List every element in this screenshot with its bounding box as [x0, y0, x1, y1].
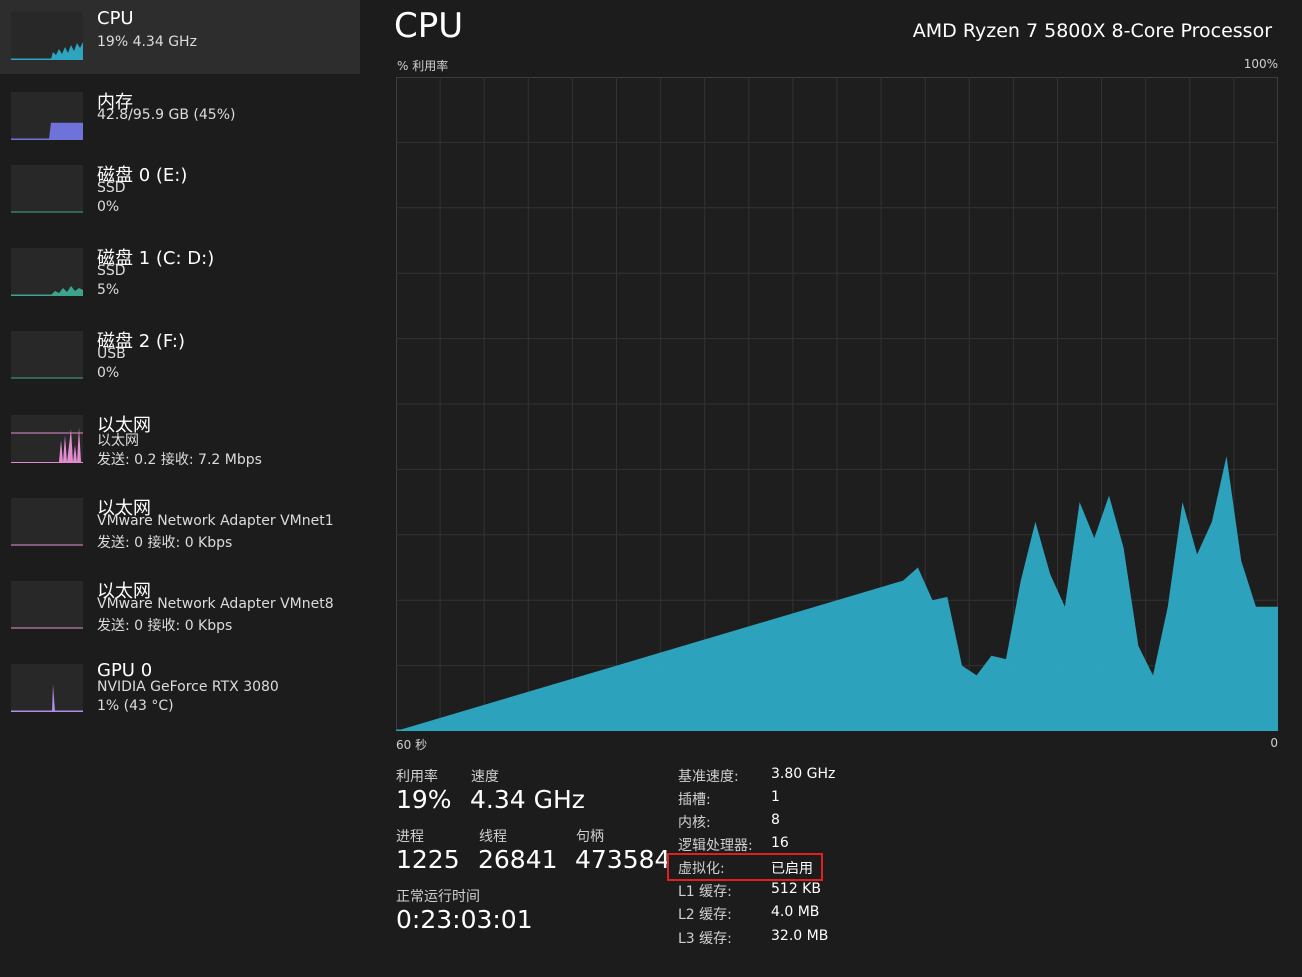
sparkline — [11, 42, 83, 60]
sidebar-item-detail: 19% 4.34 GHz — [97, 34, 197, 50]
utilization-value: 19% — [396, 785, 452, 814]
disk-2-thumbnail-graph — [11, 331, 83, 379]
sidebar-item-detail: SSD — [97, 263, 126, 279]
disk-1-thumbnail-graph — [11, 248, 83, 296]
memory-thumbnail-graph — [11, 92, 83, 140]
sidebar-item-detail: 发送: 0.2 接收: 7.2 Mbps — [97, 452, 262, 468]
sparkline — [11, 122, 83, 140]
sidebar-item-detail: 42.8/95.9 GB (45%) — [97, 107, 236, 123]
processor-name: AMD Ryzen 7 5800X 8-Core Processor — [912, 20, 1272, 42]
threads-label: 线程 — [479, 829, 507, 845]
spec-value: 512 KB — [771, 881, 821, 897]
speed-label: 速度 — [471, 769, 499, 785]
gpu-thumbnail-graph — [11, 664, 83, 712]
graph-y-max-label: 100% — [1243, 57, 1278, 71]
sidebar-item-detail: 1% (43 °C) — [97, 698, 174, 714]
cpu-usage-graph — [395, 77, 1279, 735]
uptime-value: 0:23:03:01 — [396, 905, 533, 934]
sparkline — [11, 684, 83, 712]
sidebar-item-disk-2[interactable]: 磁盘 2 (F:) USB 0% — [0, 319, 360, 393]
disk-0-thumbnail-graph — [11, 165, 83, 213]
graph-x-right-label: 0 — [1270, 736, 1278, 750]
spec-value: 8 — [771, 812, 780, 828]
handles-value: 473584 — [575, 845, 671, 874]
spec-value: 3.80 GHz — [771, 766, 836, 782]
sidebar-item-memory[interactable]: 内存 42.8/95.9 GB (45%) — [0, 80, 360, 154]
sidebar-item-detail: 发送: 0 接收: 0 Kbps — [97, 618, 233, 634]
virtualization-highlight-box — [667, 853, 823, 881]
sidebar-item-disk-0[interactable]: 磁盘 0 (E:) SSD 0% — [0, 153, 360, 227]
sidebar-item-disk-1[interactable]: 磁盘 1 (C: D:) SSD 5% — [0, 236, 360, 310]
main-panel: CPU AMD Ryzen 7 5800X 8-Core Processor %… — [360, 0, 1302, 977]
sidebar-item-cpu[interactable]: CPU 19% 4.34 GHz — [0, 0, 360, 74]
vmnet8-thumbnail-graph — [11, 581, 83, 629]
sidebar-item-detail: SSD — [97, 180, 126, 196]
sparkline — [11, 427, 83, 463]
uptime-label: 正常运行时间 — [396, 889, 480, 905]
sidebar-item-title: CPU — [97, 8, 134, 29]
ethernet-thumbnail-graph — [11, 415, 83, 463]
sidebar-item-ethernet[interactable]: 以太网 以太网 发送: 0.2 接收: 7.2 Mbps — [0, 403, 360, 477]
vmnet1-thumbnail-graph — [11, 498, 83, 546]
sidebar-item-detail: 以太网 — [97, 433, 139, 449]
graph-y-label: % 利用率 — [397, 59, 449, 73]
spec-key: L1 缓存: — [678, 884, 732, 900]
sidebar-item-gpu-0[interactable]: GPU 0 NVIDIA GeForce RTX 3080 1% (43 °C) — [0, 652, 360, 726]
spec-value: 1 — [771, 789, 780, 805]
spec-key: L2 缓存: — [678, 907, 732, 923]
sidebar-item-detail: NVIDIA GeForce RTX 3080 — [97, 679, 279, 695]
sidebar-item-detail: 0% — [97, 199, 120, 215]
processes-label: 进程 — [396, 829, 424, 845]
spec-key: 插槽: — [678, 792, 711, 808]
sidebar: CPU 19% 4.34 GHz 内存 42.8/95.9 GB (45%) 磁… — [0, 0, 360, 977]
sidebar-item-detail: VMware Network Adapter VMnet1 — [97, 513, 334, 529]
sidebar-item-vmnet1[interactable]: 以太网 VMware Network Adapter VMnet1 发送: 0 … — [0, 486, 360, 560]
handles-label: 句柄 — [576, 829, 604, 845]
page-title: CPU — [394, 6, 464, 46]
sidebar-item-title: GPU 0 — [97, 660, 153, 681]
sidebar-item-detail: USB — [97, 346, 126, 362]
sidebar-item-detail: 5% — [97, 282, 120, 298]
processes-value: 1225 — [396, 845, 460, 874]
spec-value: 32.0 MB — [771, 928, 829, 944]
cpu-thumbnail-graph — [11, 12, 83, 60]
speed-value: 4.34 GHz — [470, 785, 585, 814]
sidebar-item-detail: VMware Network Adapter VMnet8 — [97, 596, 334, 612]
spec-key: L3 缓存: — [678, 931, 732, 947]
spec-key: 逻辑处理器: — [678, 838, 753, 854]
spec-value: 4.0 MB — [771, 904, 820, 920]
sidebar-item-vmnet8[interactable]: 以太网 VMware Network Adapter VMnet8 发送: 0 … — [0, 569, 360, 643]
utilization-label: 利用率 — [396, 769, 438, 785]
sidebar-item-detail: 0% — [97, 365, 120, 381]
spec-key: 基准速度: — [678, 769, 739, 785]
spec-key: 内核: — [678, 815, 711, 831]
cpu-usage-chart — [395, 77, 1279, 732]
graph-x-left-label: 60 秒 — [396, 738, 428, 752]
threads-value: 26841 — [478, 845, 558, 874]
sidebar-item-detail: 发送: 0 接收: 0 Kbps — [97, 535, 233, 551]
spec-value: 16 — [771, 835, 789, 851]
